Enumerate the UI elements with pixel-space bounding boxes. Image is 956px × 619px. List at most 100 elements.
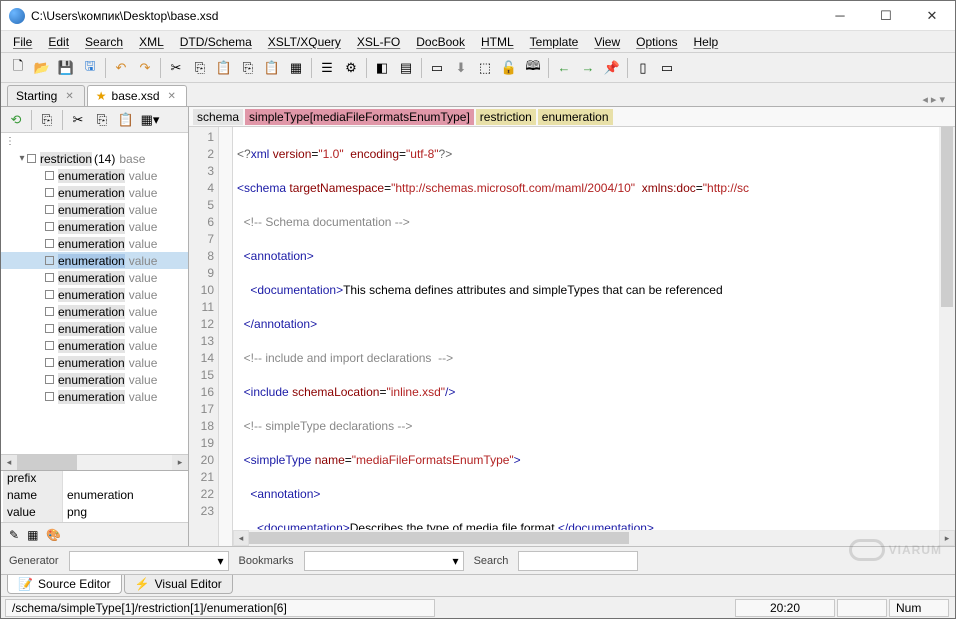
tab-source-editor[interactable]: 📝 Source Editor: [7, 575, 122, 594]
close-icon[interactable]: ✕: [168, 91, 176, 102]
cut-icon[interactable]: ✂: [67, 109, 89, 131]
tab-nav[interactable]: ◂ ▸ ▾: [918, 93, 949, 106]
split2-icon[interactable]: ▭: [656, 57, 678, 79]
tree-row-enumeration[interactable]: enumerationvalue: [1, 337, 188, 354]
tree-row-enumeration[interactable]: enumerationvalue: [1, 303, 188, 320]
tab-starting[interactable]: Starting ✕: [7, 85, 85, 106]
tool1-icon[interactable]: ◧: [371, 57, 393, 79]
maximize-button[interactable]: ☐: [863, 1, 909, 31]
save-icon[interactable]: 💾: [55, 57, 77, 79]
scroll-left-icon[interactable]: ◂: [233, 530, 249, 546]
palette-icon[interactable]: 🎨: [46, 528, 61, 542]
search-field[interactable]: [518, 551, 638, 571]
tool2-icon[interactable]: ▤: [395, 57, 417, 79]
menu-xml[interactable]: XML: [131, 32, 172, 52]
action-icon[interactable]: ☰: [316, 57, 338, 79]
lock-icon[interactable]: 🔓: [498, 57, 520, 79]
tool3-icon[interactable]: ▭: [426, 57, 448, 79]
editor-vscroll[interactable]: [939, 127, 955, 530]
tree-row-enumeration[interactable]: enumerationvalue: [1, 286, 188, 303]
generator-field[interactable]: ▾: [69, 551, 229, 571]
menu-xslt-xquery[interactable]: XSLT/XQuery: [260, 32, 349, 52]
forward-icon[interactable]: →: [577, 57, 599, 79]
editor-mode-tabs: 📝 Source Editor ⚡ Visual Editor: [1, 574, 955, 596]
tree-row-enumeration[interactable]: enumerationvalue: [1, 167, 188, 184]
fold-gutter[interactable]: [219, 127, 233, 546]
tree-row-enumeration[interactable]: enumerationvalue: [1, 320, 188, 337]
close-button[interactable]: ✕: [909, 1, 955, 31]
crumb-schema[interactable]: schema: [193, 109, 243, 125]
redo-icon[interactable]: ↷: [134, 57, 156, 79]
scroll-right-icon[interactable]: ▸: [172, 455, 188, 470]
outline-hscroll[interactable]: ◂ ▸: [1, 454, 188, 470]
saveall-icon[interactable]: 🖫: [79, 57, 101, 79]
bookmarks-field[interactable]: ▾: [304, 551, 464, 571]
tree-row-enumeration[interactable]: enumerationvalue: [1, 252, 188, 269]
menu-template[interactable]: Template: [522, 32, 587, 52]
split-icon[interactable]: ▯: [632, 57, 654, 79]
menu-html[interactable]: HTML: [473, 32, 522, 52]
scroll-thumb[interactable]: [249, 532, 629, 544]
menu-dtd-schema[interactable]: DTD/Schema: [172, 32, 260, 52]
copy-icon[interactable]: ⎘: [189, 57, 211, 79]
tree-row-enumeration[interactable]: enumerationvalue: [1, 201, 188, 218]
settings-icon[interactable]: ⚙: [340, 57, 362, 79]
copy-icon-2[interactable]: ⎘: [237, 57, 259, 79]
select-icon[interactable]: ▦: [285, 57, 307, 79]
tree-row-enumeration[interactable]: enumerationvalue: [1, 269, 188, 286]
pencil-icon[interactable]: ✎: [9, 528, 19, 542]
bookmark-icon[interactable]: 🕮: [522, 57, 544, 79]
crumb-enumeration[interactable]: enumeration: [538, 109, 613, 125]
prop-row: prefix: [1, 471, 188, 488]
menu-edit[interactable]: Edit: [40, 32, 77, 52]
more-icon[interactable]: ▦▾: [139, 109, 161, 131]
tree-row[interactable]: ⋮: [1, 133, 188, 150]
tree-row-enumeration[interactable]: enumerationvalue: [1, 388, 188, 405]
tree-row-enumeration[interactable]: enumerationvalue: [1, 371, 188, 388]
paste-icon[interactable]: 📋: [213, 57, 235, 79]
new-icon[interactable]: 🗋: [7, 57, 29, 79]
breadcrumb[interactable]: schema simpleType[mediaFileFormatsEnumTy…: [189, 107, 955, 127]
menu-search[interactable]: Search: [77, 32, 131, 52]
grid-icon[interactable]: ▦: [27, 528, 38, 542]
refresh-icon[interactable]: ⟲: [5, 109, 27, 131]
code-editor[interactable]: 1234567891011121314151617181920212223 <?…: [189, 127, 955, 546]
menu-help[interactable]: Help: [686, 32, 727, 52]
tree-row-enumeration[interactable]: enumerationvalue: [1, 184, 188, 201]
crumb-restriction[interactable]: restriction: [476, 109, 536, 125]
editor-hscroll[interactable]: ◂ ▸: [233, 530, 955, 546]
tab-visual-editor[interactable]: ⚡ Visual Editor: [124, 575, 233, 594]
menu-view[interactable]: View: [586, 32, 628, 52]
undo-icon[interactable]: ↶: [110, 57, 132, 79]
paste-icon[interactable]: 📋: [115, 109, 137, 131]
tab-base-xsd[interactable]: ★ base.xsd ✕: [87, 85, 187, 106]
prop-row: valuepng: [1, 505, 188, 522]
format-icon[interactable]: ⬚: [474, 57, 496, 79]
scroll-thumb[interactable]: [17, 455, 77, 470]
scroll-thumb[interactable]: [941, 127, 953, 307]
back-icon[interactable]: ←: [553, 57, 575, 79]
menu-bar: File Edit Search XML DTD/Schema XSLT/XQu…: [1, 31, 955, 53]
pin-icon[interactable]: 📌: [601, 57, 623, 79]
cut-icon[interactable]: ✂: [165, 57, 187, 79]
menu-xsl-fo[interactable]: XSL-FO: [349, 32, 408, 52]
menu-docbook[interactable]: DocBook: [408, 32, 473, 52]
open-icon[interactable]: 📂: [31, 57, 53, 79]
scroll-right-icon[interactable]: ▸: [939, 530, 955, 546]
outline-tree[interactable]: ⋮ ▾ restriction (14) base enumerationval…: [1, 133, 188, 454]
crumb-simpletype[interactable]: simpleType[mediaFileFormatsEnumType]: [245, 109, 474, 125]
menu-options[interactable]: Options: [628, 32, 685, 52]
code-content[interactable]: <?xml version="1.0" encoding="utf-8"?> <…: [233, 127, 955, 546]
tree-row-enumeration[interactable]: enumerationvalue: [1, 218, 188, 235]
copy-icon[interactable]: ⎘: [36, 109, 58, 131]
validate-icon[interactable]: ⬇: [450, 57, 472, 79]
tree-row-enumeration[interactable]: enumerationvalue: [1, 354, 188, 371]
paste-icon-2[interactable]: 📋: [261, 57, 283, 79]
close-icon[interactable]: ✕: [65, 91, 73, 102]
tree-row-enumeration[interactable]: enumerationvalue: [1, 235, 188, 252]
scroll-left-icon[interactable]: ◂: [1, 455, 17, 470]
menu-file[interactable]: File: [5, 32, 40, 52]
copy2-icon[interactable]: ⎘: [91, 109, 113, 131]
minimize-button[interactable]: ─: [817, 1, 863, 31]
tree-row-restriction[interactable]: ▾ restriction (14) base: [1, 150, 188, 167]
